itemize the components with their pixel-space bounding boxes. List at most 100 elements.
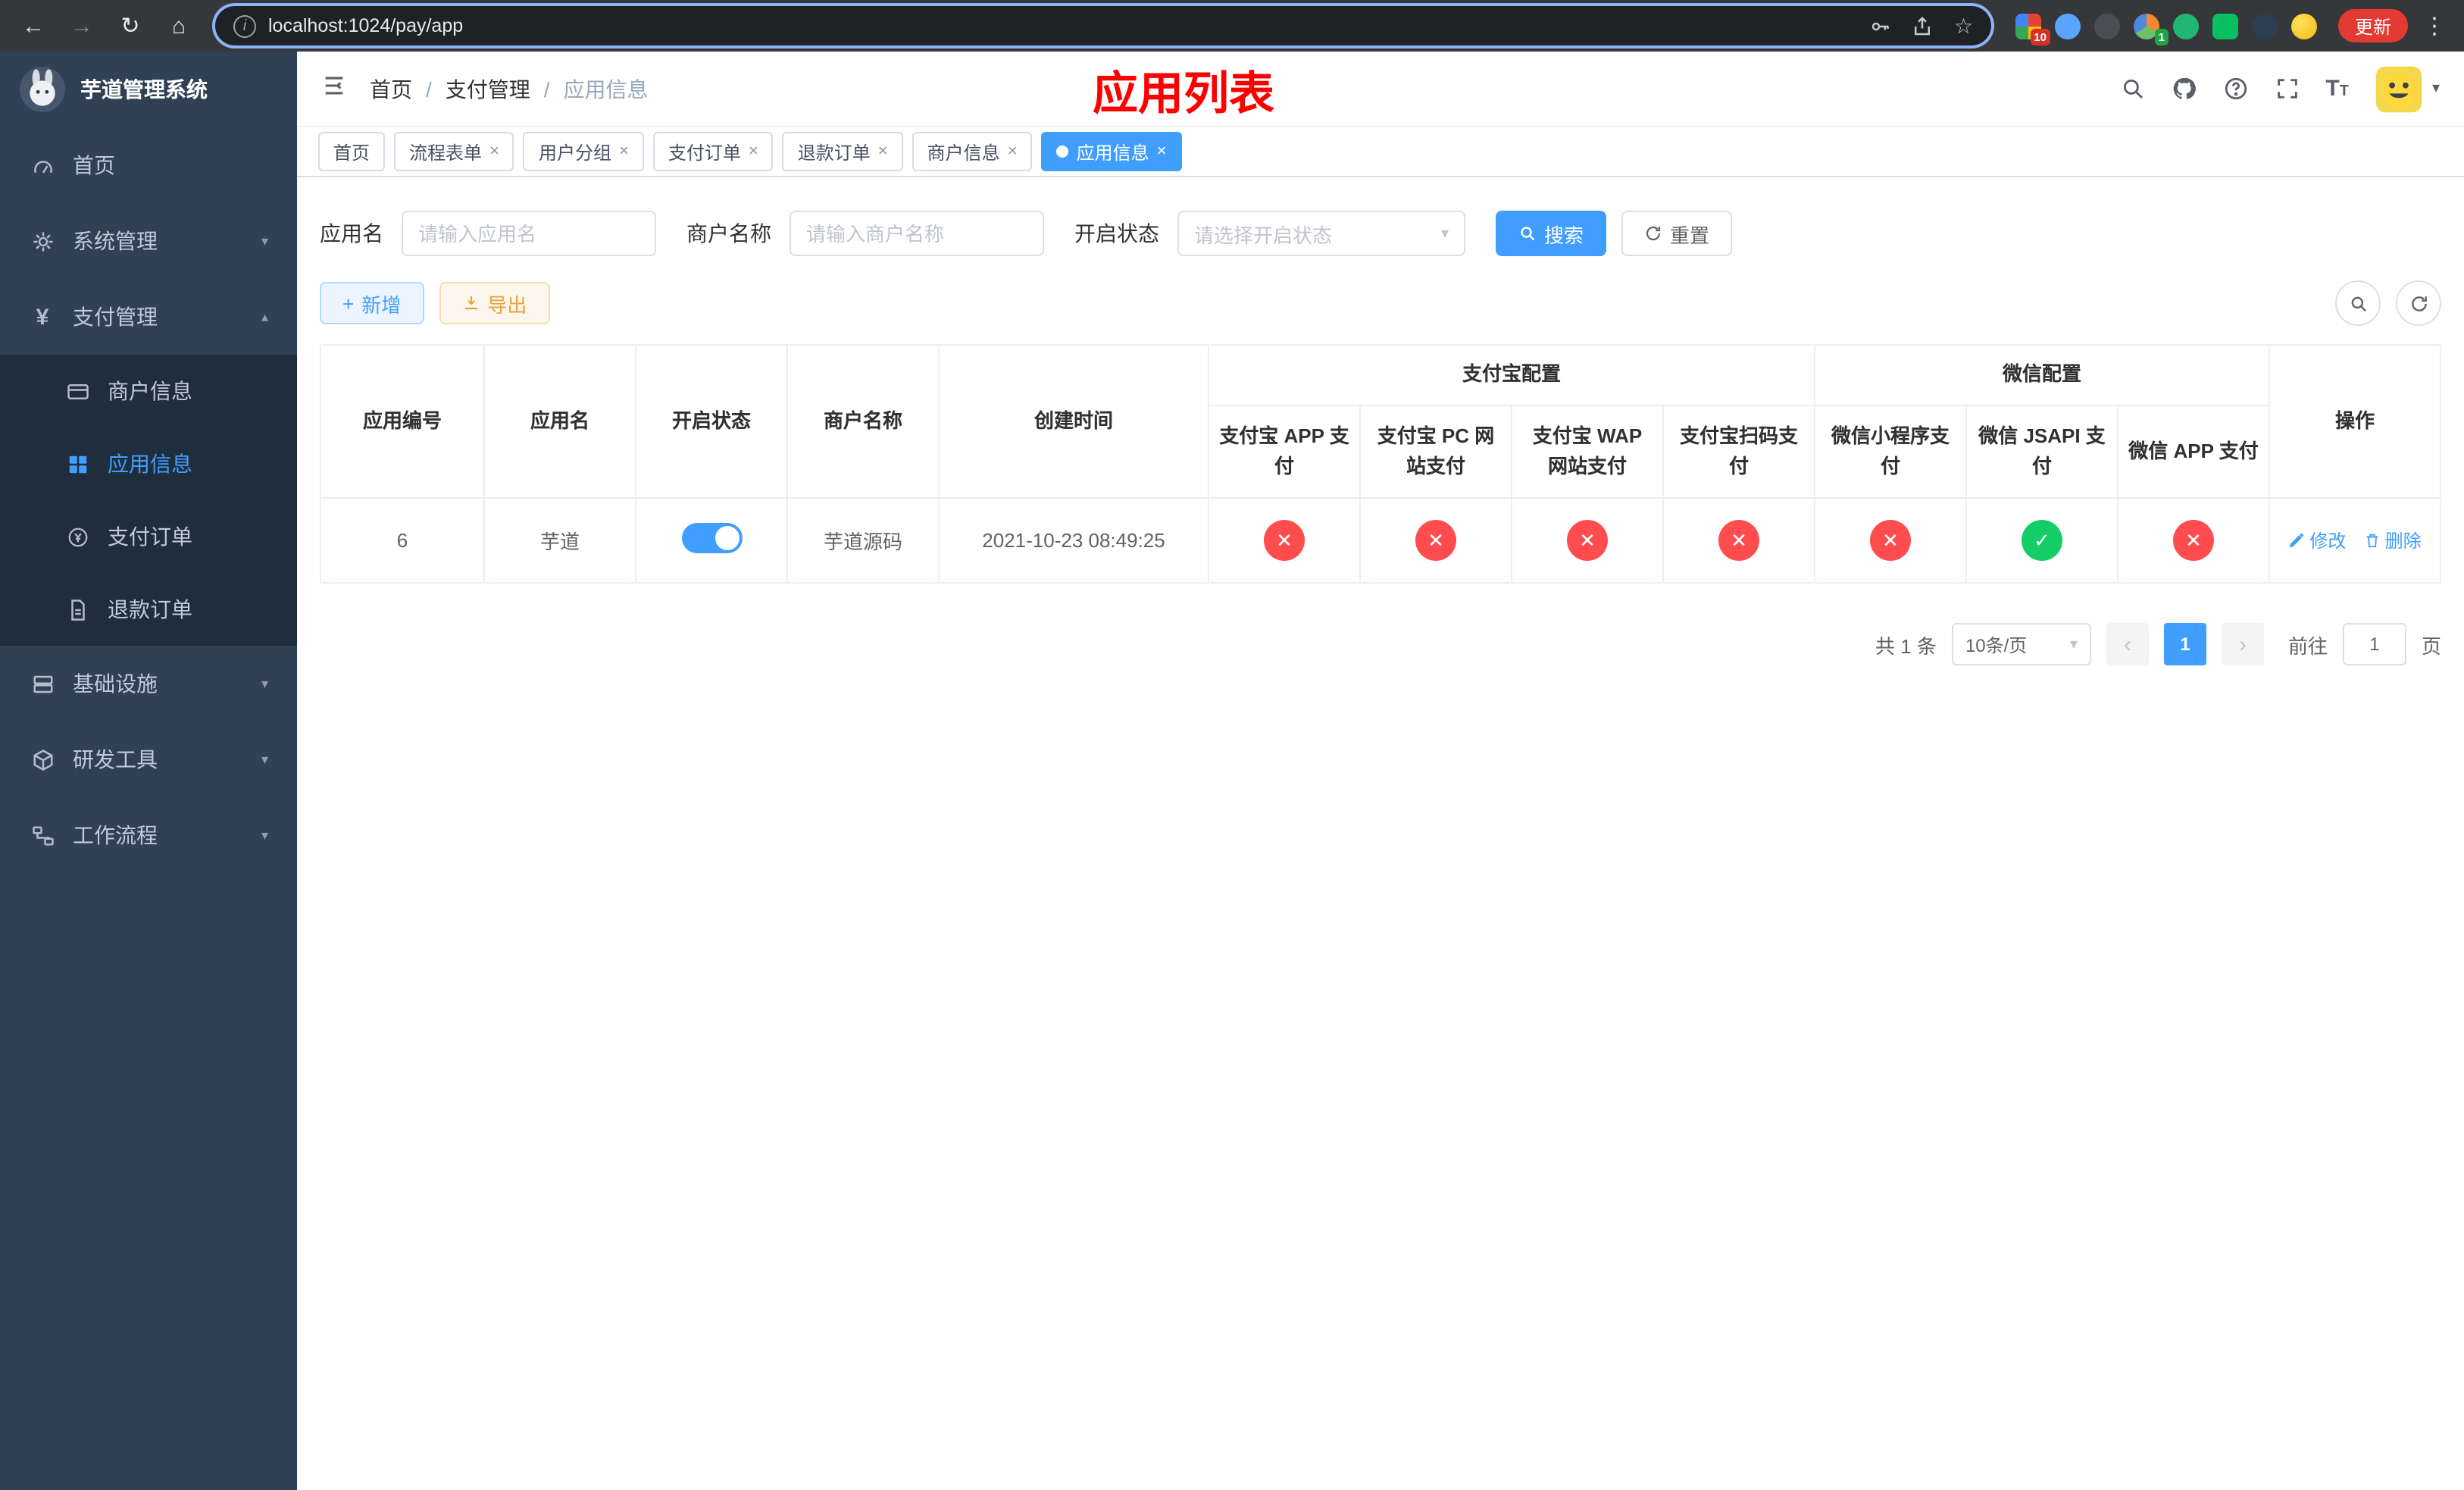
- download-icon: [464, 296, 477, 310]
- reload-icon[interactable]: ↻: [112, 8, 149, 44]
- browser-menu-icon[interactable]: ⋮: [2423, 12, 2446, 39]
- font-size-icon[interactable]: TT: [2325, 76, 2349, 102]
- sidebar-item-infrastructure[interactable]: 基础设施 ▾: [0, 646, 297, 722]
- profile-avatar[interactable]: [2290, 13, 2317, 39]
- cell-wx-jsapi: ✓: [1965, 497, 2119, 584]
- server-icon: [29, 672, 56, 695]
- sidebar-item-merchant-info[interactable]: 商户信息: [0, 355, 297, 427]
- extension-puzzle-icon[interactable]: [2251, 13, 2278, 39]
- col-app-name: 应用名: [483, 343, 636, 499]
- sidebar-item-pay-orders[interactable]: 支付订单: [0, 500, 297, 573]
- next-page-button[interactable]: ›: [2221, 623, 2264, 666]
- tab-refund-orders[interactable]: 退款订单 ×: [782, 132, 903, 171]
- close-icon[interactable]: ×: [878, 142, 888, 160]
- close-icon[interactable]: ×: [619, 142, 629, 160]
- tab-process-form[interactable]: 流程表单 ×: [394, 132, 514, 171]
- status-toggle[interactable]: [681, 523, 742, 554]
- sidebar-item-app-info[interactable]: 应用信息: [0, 427, 297, 500]
- key-icon[interactable]: [1869, 14, 1892, 37]
- trash-icon: [2366, 534, 2378, 548]
- app-name-input[interactable]: [402, 211, 656, 256]
- sidebar-item-workflow[interactable]: 工作流程 ▾: [0, 797, 297, 873]
- sidebar-item-dev-tools[interactable]: 研发工具 ▾: [0, 722, 297, 797]
- browser-update-button[interactable]: 更新: [2337, 9, 2408, 42]
- navbar-actions: TT ▾: [2119, 64, 2440, 113]
- reset-button[interactable]: 重置: [1621, 211, 1733, 256]
- tab-merchant-info[interactable]: 商户信息 ×: [911, 132, 1033, 171]
- extension-wechat-icon[interactable]: [2212, 13, 2238, 39]
- delete-link[interactable]: 删除: [2364, 528, 2422, 554]
- sidebar-item-label: 商户信息: [108, 379, 192, 403]
- tab-label: 应用信息: [1076, 142, 1149, 163]
- col-actions: 操作: [2269, 343, 2441, 499]
- goto-page-input[interactable]: [2342, 623, 2406, 666]
- export-button[interactable]: 导出: [439, 282, 550, 324]
- status-x-icon: ✕: [2173, 520, 2215, 562]
- close-icon[interactable]: ×: [1157, 142, 1167, 160]
- fullscreen-icon[interactable]: [2274, 76, 2300, 102]
- page-unit-label: 页: [2421, 634, 2441, 658]
- sidebar-item-label: 应用信息: [108, 452, 192, 476]
- delete-link-label: 删除: [2384, 531, 2422, 552]
- coin-icon: [64, 525, 91, 548]
- url-bar[interactable]: i localhost:1024/pay/app ☆: [215, 6, 1991, 45]
- close-icon[interactable]: ×: [749, 142, 758, 160]
- page-number-button[interactable]: 1: [2163, 623, 2206, 666]
- plus-icon: +: [342, 292, 355, 315]
- sidebar-item-home[interactable]: 首页: [0, 127, 297, 203]
- help-icon[interactable]: [2222, 76, 2248, 102]
- sidebar-toggle-icon[interactable]: [321, 72, 347, 105]
- tab-label: 首页: [333, 142, 371, 163]
- show-search-button[interactable]: [2335, 280, 2381, 326]
- cell-alipay-qr: ✕: [1662, 497, 1816, 584]
- search-icon[interactable]: [2119, 76, 2145, 102]
- forward-icon[interactable]: →: [64, 8, 100, 44]
- search-icon: [2350, 296, 2366, 311]
- extension-apps-icon[interactable]: 10: [2015, 13, 2050, 45]
- share-icon[interactable]: [1912, 14, 1934, 37]
- github-icon[interactable]: [2171, 76, 2197, 102]
- sidebar-item-payment[interactable]: ¥ 支付管理 ▴: [0, 279, 297, 355]
- chevron-down-icon: ▾: [1440, 225, 1449, 242]
- add-button[interactable]: + 新增: [320, 282, 424, 324]
- sidebar-item-label: 工作流程: [73, 823, 158, 847]
- extension-dark-icon[interactable]: [2093, 13, 2120, 39]
- page-title: 应用列表: [1093, 69, 1274, 119]
- tab-app-info[interactable]: 应用信息 ×: [1041, 132, 1182, 171]
- bookmark-star-icon[interactable]: ☆: [1954, 13, 1973, 39]
- sidebar-item-refund-orders[interactable]: 退款订单: [0, 573, 297, 646]
- tab-home[interactable]: 首页: [318, 132, 386, 171]
- page-size-select[interactable]: 10条/页 ▾: [1951, 623, 2091, 666]
- screen: ← → ↻ ⌂ i localhost:1024/pay/app ☆ 10 1 …: [0, 0, 2464, 1490]
- refresh-table-button[interactable]: [2396, 280, 2441, 326]
- extension-profile-icon[interactable]: 1: [2133, 13, 2169, 45]
- site-info-icon[interactable]: i: [233, 14, 256, 37]
- user-menu[interactable]: ▾: [2375, 64, 2440, 113]
- home-icon[interactable]: ⌂: [161, 8, 197, 44]
- back-icon[interactable]: ←: [15, 8, 52, 44]
- yen-icon: ¥: [36, 304, 49, 330]
- breadcrumb-home[interactable]: 首页: [370, 74, 412, 104]
- merchant-name-input[interactable]: [790, 211, 1044, 256]
- cell-alipay-pc: ✕: [1359, 497, 1512, 584]
- close-icon[interactable]: ×: [1008, 142, 1018, 160]
- extension-green-circle-icon[interactable]: [2172, 13, 2199, 39]
- chevron-down-icon: ▾: [2069, 636, 2078, 653]
- page-content: 应用名 商户名称 开启状态 请选择开启状态 ▾: [297, 177, 2464, 1490]
- credit-card-icon: [64, 380, 91, 402]
- sidebar-item-system[interactable]: 系统管理 ▾: [0, 203, 297, 279]
- status-select-placeholder: 请选择开启状态: [1194, 224, 1333, 246]
- search-button[interactable]: 搜索: [1496, 211, 1607, 256]
- close-icon[interactable]: ×: [489, 142, 499, 160]
- app-title: 芋道管理系统: [80, 77, 208, 102]
- status-select[interactable]: 请选择开启状态 ▾: [1177, 211, 1465, 256]
- status-label: 开启状态: [1074, 221, 1159, 246]
- breadcrumb-payment[interactable]: 支付管理: [446, 74, 530, 104]
- prev-page-button[interactable]: ‹: [2106, 623, 2149, 666]
- col-app-id: 应用编号: [320, 343, 485, 499]
- edit-link[interactable]: 修改: [2288, 528, 2346, 554]
- tab-user-group[interactable]: 用户分组 ×: [523, 132, 644, 171]
- sidebar-item-label: 退款订单: [108, 597, 192, 621]
- extension-drop-icon[interactable]: [2054, 13, 2081, 39]
- tab-pay-orders[interactable]: 支付订单 ×: [652, 132, 774, 171]
